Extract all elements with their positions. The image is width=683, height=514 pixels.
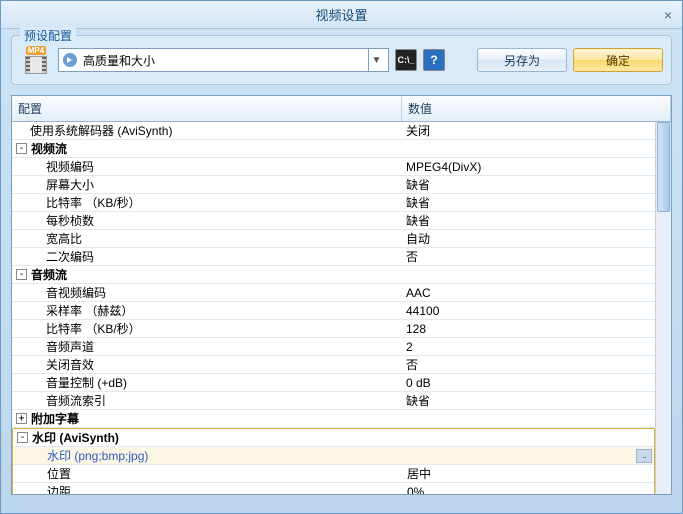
setting-label: 音视频编码 bbox=[46, 284, 106, 301]
chevron-down-icon[interactable]: ▼ bbox=[368, 49, 384, 71]
table-row[interactable]: -音频流 bbox=[12, 266, 655, 284]
setting-label: 二次编码 bbox=[46, 248, 94, 265]
table-row[interactable]: 边距 0% bbox=[13, 483, 654, 494]
help-button[interactable]: ? bbox=[423, 49, 445, 71]
window-title: 视频设置 bbox=[315, 5, 367, 24]
selected-group: -水印 (AviSynth)水印 (png;bmp;jpg)..位置居中边距0% bbox=[12, 428, 655, 494]
table-row[interactable]: 屏幕大小 缺省 bbox=[12, 176, 655, 194]
setting-label: 音频声道 bbox=[46, 338, 94, 355]
setting-value[interactable]: 缺省 bbox=[402, 212, 655, 229]
group-label: 附加字幕 bbox=[31, 410, 79, 427]
setting-label: 音量控制 (+dB) bbox=[46, 374, 127, 391]
group-label: 音频流 bbox=[31, 266, 67, 283]
preset-select[interactable]: 高质量和大小 ▼ bbox=[58, 48, 389, 72]
collapse-icon[interactable]: - bbox=[16, 269, 27, 280]
setting-value[interactable]: 否 bbox=[402, 248, 655, 265]
scrollbar-thumb[interactable] bbox=[657, 122, 670, 212]
setting-label: 比特率 （KB/秒） bbox=[46, 194, 141, 211]
setting-value[interactable]: 2 bbox=[402, 340, 655, 354]
setting-value[interactable]: 缺省 bbox=[402, 176, 655, 193]
setting-label: 音频流索引 bbox=[46, 392, 106, 409]
setting-value[interactable]: 关闭 bbox=[402, 122, 655, 139]
table-row[interactable]: 音视频编码 AAC bbox=[12, 284, 655, 302]
setting-label: 比特率 （KB/秒） bbox=[46, 320, 141, 337]
setting-label: 屏幕大小 bbox=[46, 176, 94, 193]
setting-value[interactable]: 居中 bbox=[403, 465, 654, 482]
setting-label: 每秒桢数 bbox=[46, 212, 94, 229]
table-row[interactable]: + 附加字幕 bbox=[12, 410, 655, 428]
mp4-format-icon: MP4 bbox=[20, 44, 52, 76]
table-row[interactable]: 比特率 （KB/秒） 128 bbox=[12, 320, 655, 338]
col-header-config[interactable]: 配置 bbox=[12, 96, 402, 121]
setting-label: 采样率 （赫兹） bbox=[46, 302, 133, 319]
setting-value[interactable]: 0% bbox=[403, 485, 654, 495]
titlebar: 视频设置 × bbox=[1, 1, 682, 29]
col-header-value[interactable]: 数值 bbox=[402, 96, 671, 121]
table-row[interactable]: 每秒桢数 缺省 bbox=[12, 212, 655, 230]
setting-value[interactable]: AAC bbox=[402, 286, 655, 300]
setting-label: 关闭音效 bbox=[46, 356, 94, 373]
console-button[interactable]: C:\_ bbox=[395, 49, 417, 71]
play-icon bbox=[63, 53, 77, 67]
table-row[interactable]: 关闭音效 否 bbox=[12, 356, 655, 374]
setting-value[interactable]: 缺省 bbox=[402, 194, 655, 211]
table-row[interactable]: 宽高比 自动 bbox=[12, 230, 655, 248]
browse-button[interactable]: .. bbox=[636, 449, 652, 463]
table-row[interactable]: 视频编码 MPEG4(DivX) bbox=[12, 158, 655, 176]
table-row[interactable]: 音频声道 2 bbox=[12, 338, 655, 356]
setting-value[interactable]: 0 dB bbox=[402, 376, 655, 390]
table-row[interactable]: -水印 (AviSynth) bbox=[13, 429, 654, 447]
preset-panel: 预设配置 MP4 高质量和大小 ▼ C:\_ ? 另存为 确定 bbox=[11, 35, 672, 85]
table-row[interactable]: 比特率 （KB/秒） 缺省 bbox=[12, 194, 655, 212]
setting-value[interactable]: .. bbox=[403, 449, 654, 463]
expand-icon[interactable]: + bbox=[16, 413, 27, 424]
setting-value[interactable]: 否 bbox=[402, 356, 655, 373]
setting-value[interactable]: 自动 bbox=[402, 230, 655, 247]
settings-table: 配置 数值 使用系统解码器 (AviSynth)关闭-视频流视频编码MPEG4(… bbox=[11, 95, 672, 495]
collapse-icon[interactable]: - bbox=[17, 432, 28, 443]
table-row[interactable]: 水印 (png;bmp;jpg).. bbox=[13, 447, 654, 465]
table-row[interactable]: 使用系统解码器 (AviSynth) 关闭 bbox=[12, 122, 655, 140]
setting-label: 边距 bbox=[47, 483, 71, 494]
setting-label: 水印 (png;bmp;jpg) bbox=[47, 447, 148, 464]
setting-value[interactable]: 44100 bbox=[402, 304, 655, 318]
setting-label: 宽高比 bbox=[46, 230, 82, 247]
setting-value[interactable]: 128 bbox=[402, 322, 655, 336]
table-row[interactable]: 二次编码 否 bbox=[12, 248, 655, 266]
scrollbar[interactable] bbox=[655, 122, 671, 494]
close-icon[interactable]: × bbox=[660, 7, 676, 23]
preset-row: MP4 高质量和大小 ▼ C:\_ ? 另存为 确定 bbox=[20, 44, 663, 76]
setting-label: 位置 bbox=[47, 465, 71, 482]
save-as-button[interactable]: 另存为 bbox=[477, 48, 567, 72]
preset-legend: 预设配置 bbox=[20, 27, 76, 44]
collapse-icon[interactable]: - bbox=[16, 143, 27, 154]
settings-window: 视频设置 × 预设配置 MP4 高质量和大小 ▼ C:\_ ? 另存为 确定 配… bbox=[0, 0, 683, 514]
setting-label: 视频编码 bbox=[46, 158, 94, 175]
setting-value[interactable]: MPEG4(DivX) bbox=[402, 160, 655, 174]
ok-button[interactable]: 确定 bbox=[573, 48, 663, 72]
table-row[interactable]: 位置 居中 bbox=[13, 465, 654, 483]
table-body: 使用系统解码器 (AviSynth)关闭-视频流视频编码MPEG4(DivX)屏… bbox=[12, 122, 671, 494]
group-label: 视频流 bbox=[31, 140, 67, 157]
preset-select-text: 高质量和大小 bbox=[83, 52, 368, 69]
table-row[interactable]: 音频流索引 缺省 bbox=[12, 392, 655, 410]
table-header: 配置 数值 bbox=[12, 96, 671, 122]
group-label: 水印 (AviSynth) bbox=[32, 429, 119, 446]
table-row[interactable]: 音量控制 (+dB) 0 dB bbox=[12, 374, 655, 392]
table-row[interactable]: -视频流 bbox=[12, 140, 655, 158]
setting-value[interactable]: 缺省 bbox=[402, 392, 655, 409]
setting-label: 使用系统解码器 (AviSynth) bbox=[30, 122, 172, 139]
table-row[interactable]: 采样率 （赫兹） 44100 bbox=[12, 302, 655, 320]
